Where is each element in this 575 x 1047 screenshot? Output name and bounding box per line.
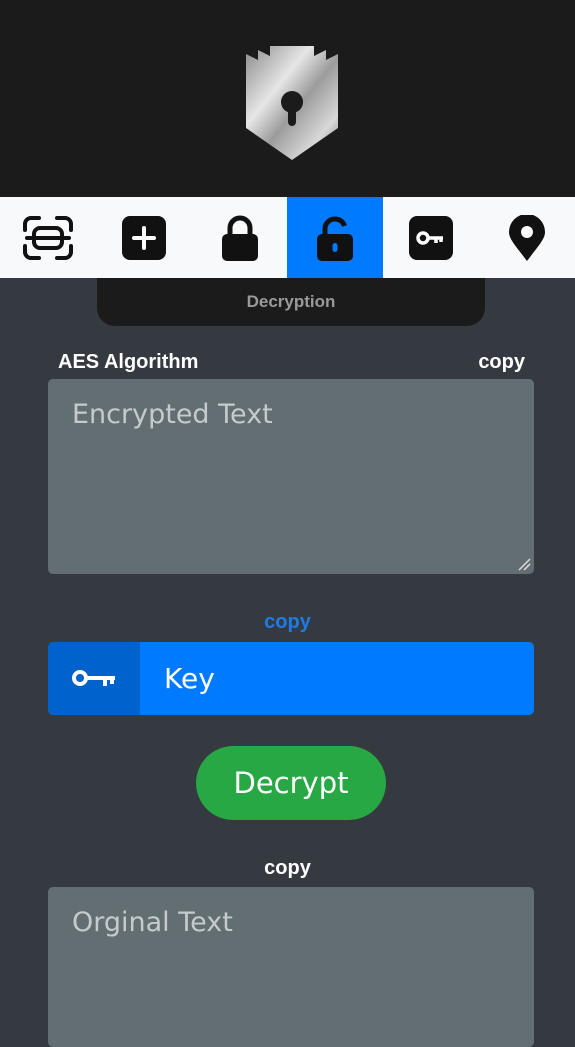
copy-key-button[interactable]: copy bbox=[0, 611, 575, 634]
encrypted-label-row: AES Algorithm copy bbox=[48, 351, 534, 379]
decrypt-button[interactable]: Decrypt bbox=[196, 746, 386, 820]
map-pin-icon bbox=[509, 214, 546, 261]
lock-icon bbox=[221, 215, 258, 261]
castle-lock-icon bbox=[246, 46, 338, 160]
nav-item-scan[interactable] bbox=[0, 197, 96, 278]
encrypted-text-input[interactable] bbox=[48, 379, 534, 574]
key-addon bbox=[48, 642, 140, 715]
plus-square-icon bbox=[121, 215, 166, 260]
nav-bar bbox=[0, 197, 575, 278]
key-square-icon bbox=[409, 215, 454, 260]
unlock-icon bbox=[317, 215, 354, 261]
nav-item-encrypt[interactable] bbox=[192, 197, 288, 278]
nav-item-decrypt[interactable] bbox=[287, 197, 384, 278]
nav-item-location[interactable] bbox=[479, 197, 575, 278]
section-title-tab: Decryption bbox=[97, 278, 485, 326]
key-icon bbox=[72, 669, 115, 686]
original-text-output[interactable] bbox=[48, 887, 534, 1047]
nav-item-keys[interactable] bbox=[383, 197, 479, 278]
nav-item-add[interactable] bbox=[96, 197, 192, 278]
key-input[interactable] bbox=[140, 642, 534, 715]
copy-original-button[interactable]: copy bbox=[0, 857, 575, 880]
algorithm-title: AES Algorithm bbox=[58, 351, 199, 373]
section-title: Decryption bbox=[246, 292, 336, 311]
resize-grip-icon[interactable] bbox=[517, 557, 531, 571]
scan-icon bbox=[22, 215, 73, 260]
copy-encrypted-button[interactable]: copy bbox=[478, 351, 525, 374]
app-header bbox=[0, 0, 575, 197]
key-input-group bbox=[48, 642, 534, 715]
